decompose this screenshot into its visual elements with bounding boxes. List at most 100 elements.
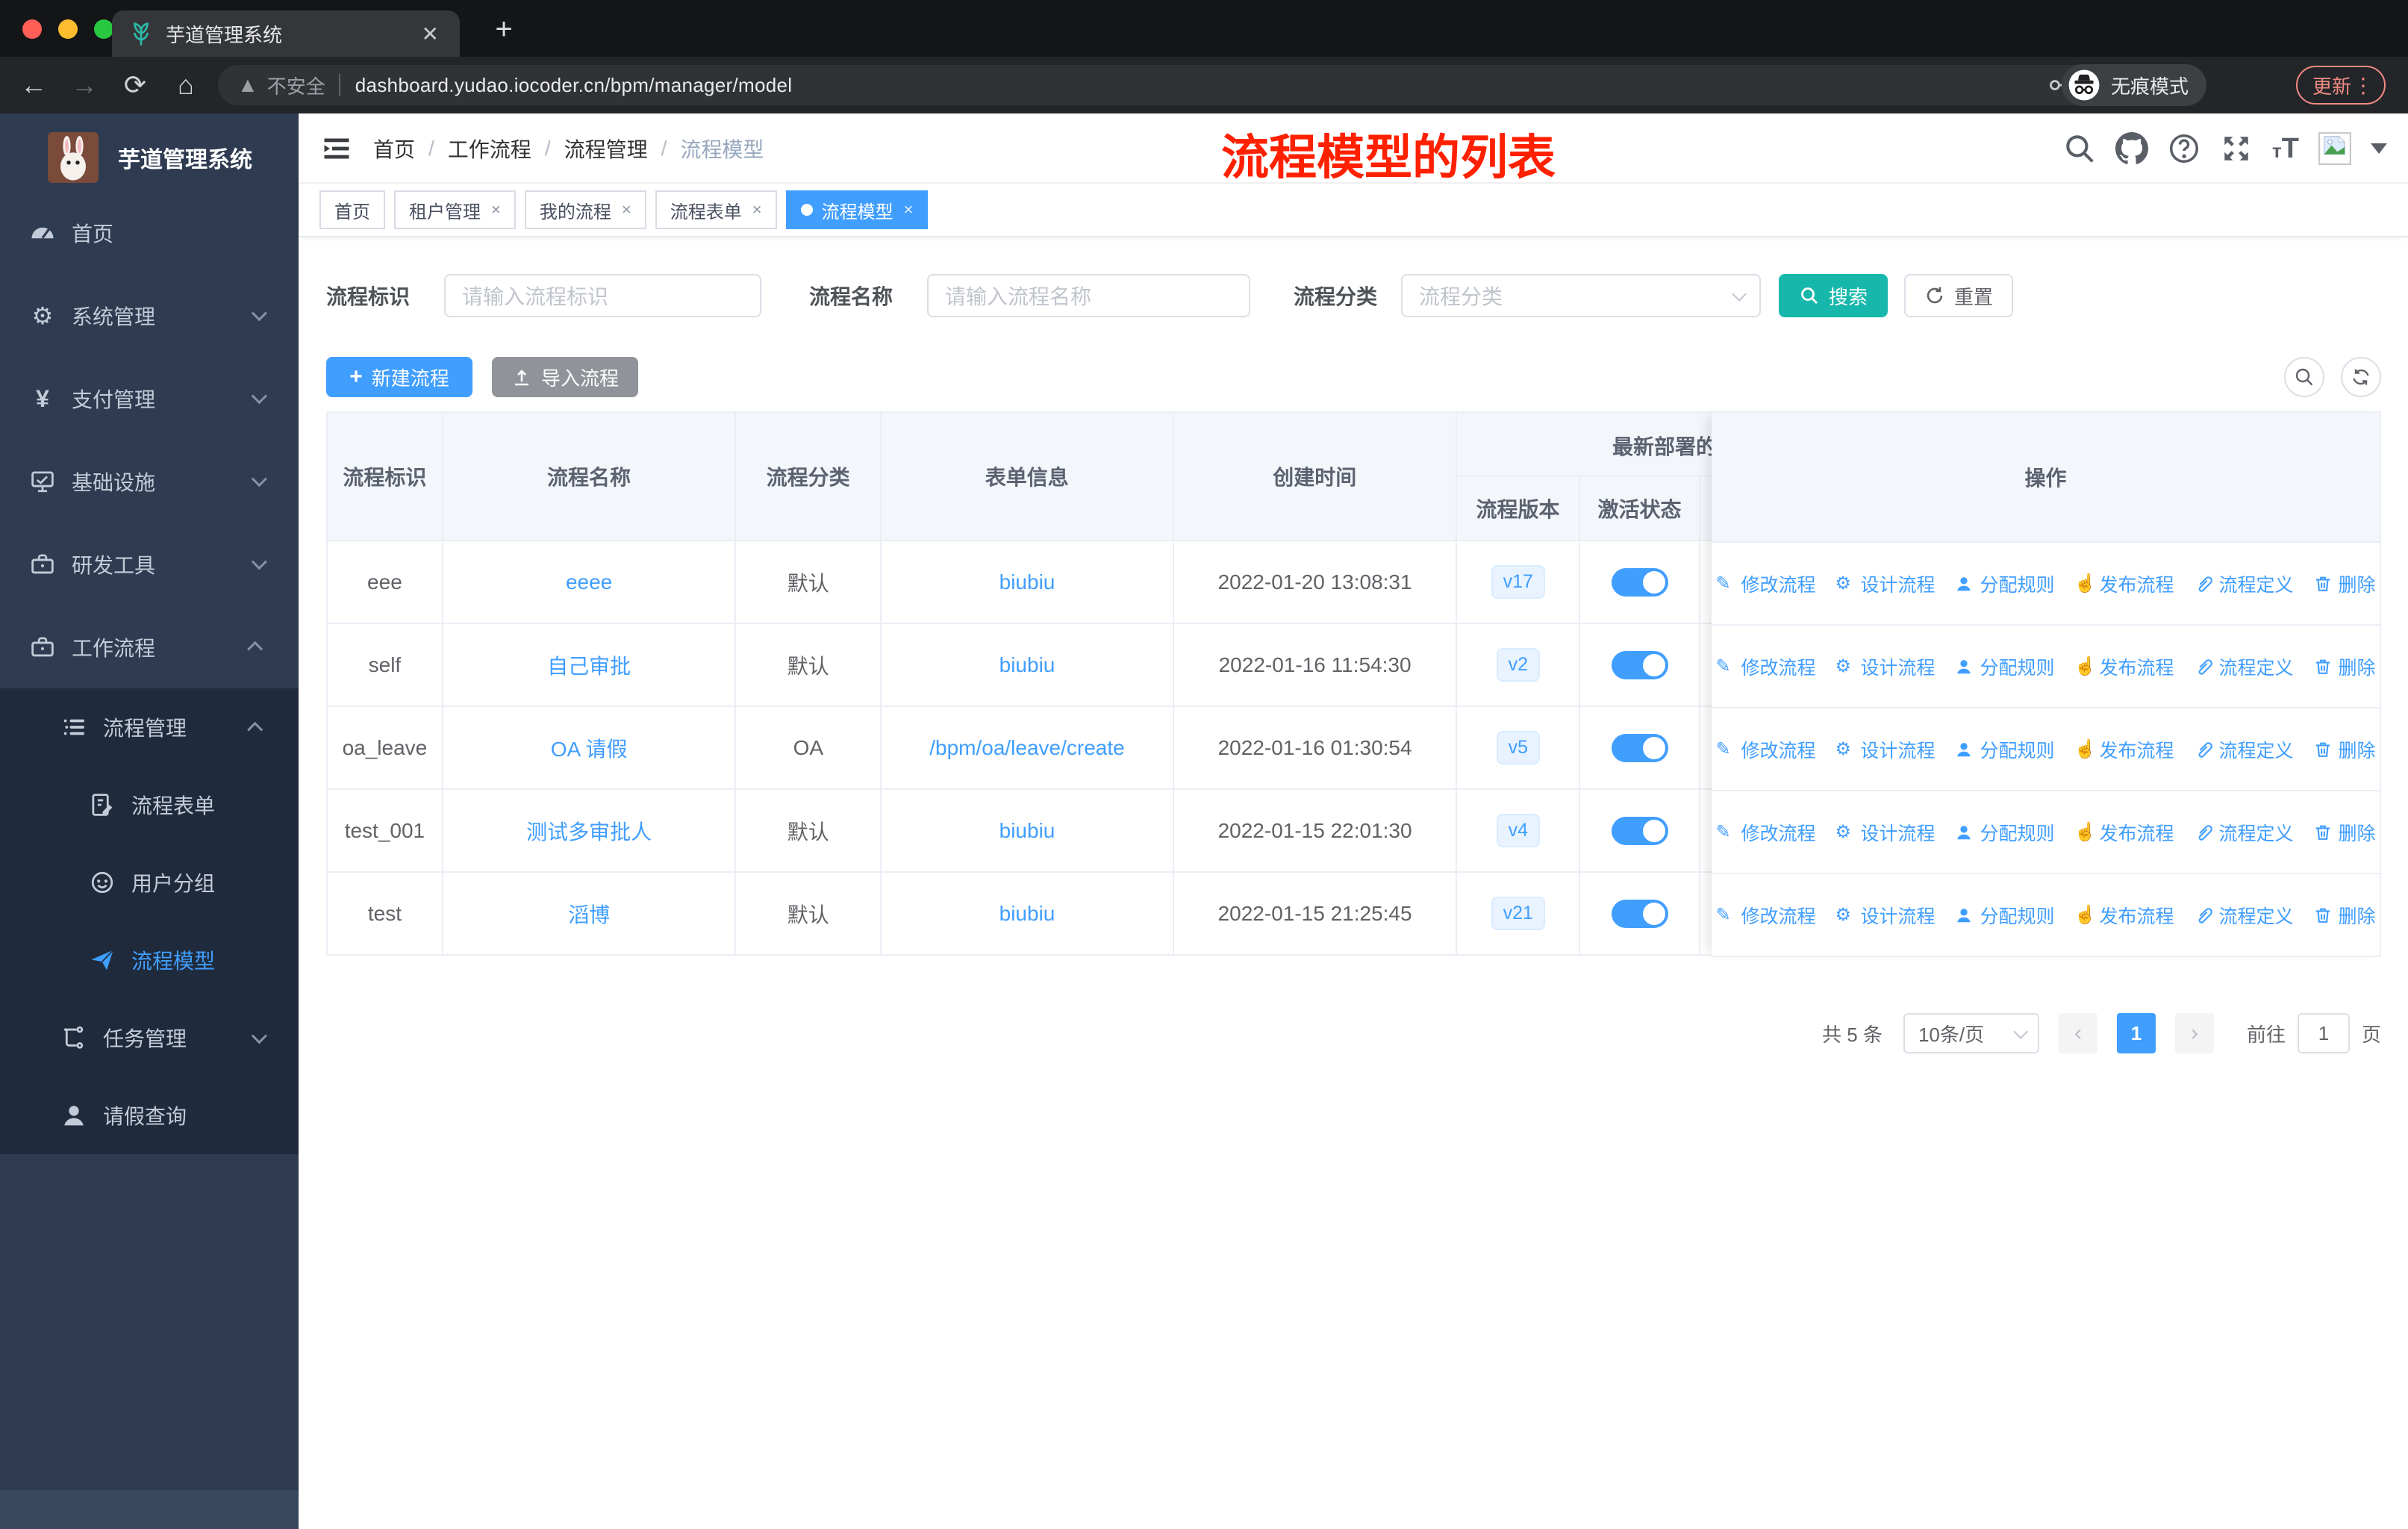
filter-category-select[interactable]: 流程分类 xyxy=(1401,274,1762,317)
action-assign[interactable]: 分配规则 xyxy=(1954,902,2055,929)
sidebar-item-流程管理[interactable]: 流程管理 xyxy=(0,688,299,766)
search-icon[interactable] xyxy=(2063,132,2096,165)
tab-close-icon[interactable]: ✕ xyxy=(417,22,443,46)
collapse-sidebar-icon[interactable] xyxy=(321,133,352,164)
close-window-button[interactable] xyxy=(22,19,42,39)
process-name-link[interactable]: OA 请假 xyxy=(551,733,628,763)
nav-tag-流程表单[interactable]: 流程表单 × xyxy=(655,190,777,229)
update-browser-button[interactable]: 更新 ⋮ xyxy=(2296,66,2386,105)
active-toggle[interactable] xyxy=(1611,733,1668,762)
url-bar[interactable]: ▲ 不安全 dashboard.yudao.iocoder.cn/bpm/man… xyxy=(218,65,2135,105)
process-name-link[interactable]: 测试多审批人 xyxy=(526,816,652,846)
next-page-button[interactable]: › xyxy=(2174,1013,2214,1053)
filter-id-input[interactable]: 请输入流程标识 xyxy=(444,274,762,317)
action-assign[interactable]: 分配规则 xyxy=(1954,570,2055,597)
avatar-dropdown-caret-icon[interactable] xyxy=(2371,143,2387,154)
breadcrumb-item[interactable]: 首页 xyxy=(373,134,415,164)
help-icon[interactable] xyxy=(2168,132,2200,165)
tag-close-icon[interactable]: × xyxy=(752,200,762,219)
home-button[interactable]: ⌂ xyxy=(169,68,203,102)
tag-close-icon[interactable]: × xyxy=(491,200,501,219)
breadcrumb-item[interactable]: 工作流程 xyxy=(448,134,531,164)
nav-tag-流程模型[interactable]: 流程模型 × xyxy=(785,190,929,229)
minimize-window-button[interactable] xyxy=(58,19,78,39)
process-name-link[interactable]: 自己审批 xyxy=(547,650,631,680)
sidebar-item-支付管理[interactable]: ¥ 支付管理 xyxy=(0,357,299,440)
refresh-table-button[interactable] xyxy=(2341,357,2381,397)
action-edit[interactable]: ✎ 修改流程 xyxy=(1715,653,1815,680)
action-edit[interactable]: ✎ 修改流程 xyxy=(1715,736,1815,763)
fullscreen-icon[interactable] xyxy=(2220,132,2253,165)
action-edit[interactable]: ✎ 修改流程 xyxy=(1715,902,1815,929)
reload-button[interactable]: ⟳ xyxy=(118,68,152,102)
sidebar-item-流程模型[interactable]: 流程模型 xyxy=(0,921,299,999)
tag-close-icon[interactable]: × xyxy=(904,200,914,219)
action-design[interactable]: ⚙ 设计流程 xyxy=(1835,653,1935,680)
action-publish[interactable]: ☝ 发布流程 xyxy=(2074,653,2174,680)
form-info-link[interactable]: biubiu xyxy=(999,902,1055,926)
process-name-link[interactable]: eeee xyxy=(566,570,612,594)
search-button[interactable]: 搜索 xyxy=(1779,274,1888,317)
action-publish[interactable]: ☝ 发布流程 xyxy=(2074,902,2174,929)
page-size-select[interactable]: 10条/页 xyxy=(1903,1013,2039,1053)
action-publish[interactable]: ☝ 发布流程 xyxy=(2074,570,2174,597)
browser-menu-icon[interactable]: ⋮ xyxy=(2353,73,2374,98)
action-definition[interactable]: 流程定义 xyxy=(2194,902,2294,929)
action-edit[interactable]: ✎ 修改流程 xyxy=(1715,819,1815,846)
back-button[interactable]: ← xyxy=(16,68,51,102)
forward-button[interactable]: → xyxy=(67,68,102,102)
sidebar-footer[interactable] xyxy=(0,1490,299,1529)
action-delete[interactable]: 删除 xyxy=(2313,736,2376,763)
action-assign[interactable]: 分配规则 xyxy=(1954,736,2055,763)
action-delete[interactable]: 删除 xyxy=(2313,570,2376,597)
show-search-button[interactable] xyxy=(2284,357,2324,397)
action-design[interactable]: ⚙ 设计流程 xyxy=(1835,902,1935,929)
prev-page-button[interactable]: ‹ xyxy=(2058,1013,2097,1053)
action-publish[interactable]: ☝ 发布流程 xyxy=(2074,736,2174,763)
import-process-button[interactable]: 导入流程 xyxy=(492,357,638,397)
action-definition[interactable]: 流程定义 xyxy=(2194,819,2294,846)
sidebar-item-系统管理[interactable]: ⚙ 系统管理 xyxy=(0,274,299,357)
form-info-link[interactable]: biubiu xyxy=(999,570,1055,594)
zoom-window-button[interactable] xyxy=(94,19,113,39)
nav-tag-租户管理[interactable]: 租户管理 × xyxy=(394,190,516,229)
filter-name-input[interactable]: 请输入流程名称 xyxy=(927,274,1251,317)
action-assign[interactable]: 分配规则 xyxy=(1954,653,2055,680)
browser-tab[interactable]: 芋道管理系统 ✕ xyxy=(112,10,460,57)
sidebar-item-任务管理[interactable]: 任务管理 xyxy=(0,999,299,1077)
active-toggle[interactable] xyxy=(1611,816,1668,845)
form-info-link[interactable]: /bpm/oa/leave/create xyxy=(929,736,1125,760)
action-definition[interactable]: 流程定义 xyxy=(2194,653,2294,680)
action-definition[interactable]: 流程定义 xyxy=(2194,570,2294,597)
user-avatar-broken-image[interactable] xyxy=(2318,132,2351,165)
tag-close-icon[interactable]: × xyxy=(622,200,631,219)
nav-tag-我的流程[interactable]: 我的流程 × xyxy=(524,190,646,229)
font-size-icon[interactable]: ᴛT xyxy=(2272,133,2299,165)
sidebar-item-首页[interactable]: 首页 xyxy=(0,191,299,274)
action-publish[interactable]: ☝ 发布流程 xyxy=(2074,819,2174,846)
sidebar-item-用户分组[interactable]: 用户分组 xyxy=(0,844,299,921)
action-design[interactable]: ⚙ 设计流程 xyxy=(1835,570,1935,597)
action-edit[interactable]: ✎ 修改流程 xyxy=(1715,570,1815,597)
current-page-button[interactable]: 1 xyxy=(2116,1013,2156,1053)
form-info-link[interactable]: biubiu xyxy=(999,653,1055,677)
action-assign[interactable]: 分配规则 xyxy=(1954,819,2055,846)
sidebar-item-流程表单[interactable]: 流程表单 xyxy=(0,766,299,844)
github-icon[interactable] xyxy=(2115,132,2149,165)
action-delete[interactable]: 删除 xyxy=(2313,819,2376,846)
action-definition[interactable]: 流程定义 xyxy=(2194,736,2294,763)
active-toggle[interactable] xyxy=(1611,899,1668,928)
sidebar-item-工作流程[interactable]: 工作流程 xyxy=(0,605,299,688)
action-delete[interactable]: 删除 xyxy=(2313,653,2376,680)
action-design[interactable]: ⚙ 设计流程 xyxy=(1835,819,1935,846)
action-design[interactable]: ⚙ 设计流程 xyxy=(1835,736,1935,763)
active-toggle[interactable] xyxy=(1611,650,1668,679)
sidebar-item-基础设施[interactable]: 基础设施 xyxy=(0,440,299,523)
breadcrumb-item[interactable]: 流程管理 xyxy=(564,134,648,164)
sidebar-item-研发工具[interactable]: 研发工具 xyxy=(0,523,299,605)
sidebar-item-请假查询[interactable]: 请假查询 xyxy=(0,1077,299,1154)
new-tab-button[interactable]: + xyxy=(484,9,524,49)
nav-tag-首页[interactable]: 首页 xyxy=(319,190,385,229)
create-process-button[interactable]: + 新建流程 xyxy=(326,357,472,397)
goto-page-input[interactable] xyxy=(2297,1013,2350,1053)
